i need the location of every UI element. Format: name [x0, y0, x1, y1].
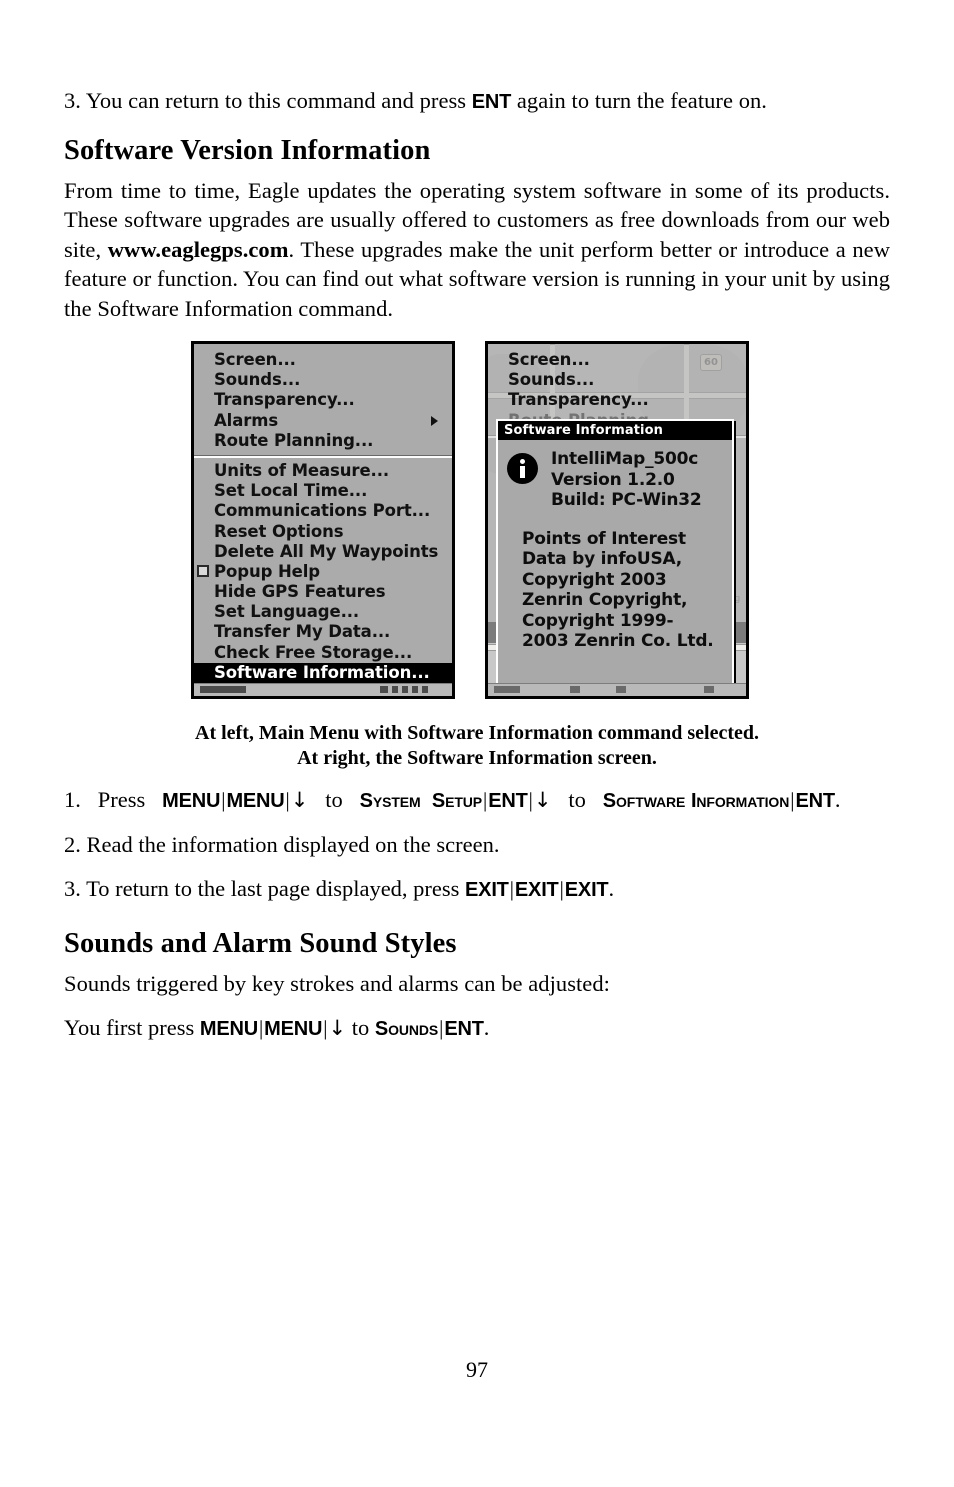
label-software: Software	[602, 790, 686, 812]
label-setup: Setup	[431, 790, 483, 812]
menu-item-reset-options[interactable]: Reset Options	[194, 522, 452, 542]
section2-paragraph: Sounds triggered by key strokes and alar…	[64, 971, 610, 996]
menu-item-route-planning[interactable]: Route Planning...	[194, 431, 452, 451]
key-exit-3: EXIT	[564, 879, 609, 901]
section1-paragraph: From time to time, Eagle updates the ope…	[64, 176, 890, 324]
software-information-dialog: Software Information IntelliMap_500c Ver…	[496, 419, 734, 691]
dialog-product-name: IntelliMap_500c	[551, 449, 699, 469]
menu-item-alarms-label: Alarms	[214, 410, 279, 430]
step-1-to-2: to	[568, 787, 586, 812]
chevron-right-icon	[431, 415, 438, 426]
menu-item-transparency[interactable]: Transparency...	[194, 390, 452, 410]
menu-item-software-information-selected[interactable]: Software Information...	[194, 662, 452, 683]
menu-item-set-local-time[interactable]: Set Local Time...	[194, 481, 452, 501]
label-system: System	[359, 790, 421, 812]
step-1-to-1: to	[325, 787, 343, 812]
menu-item-units-of-measure[interactable]: Units of Measure...	[194, 461, 452, 481]
menu-item-transfer-my-data[interactable]: Transfer My Data...	[194, 622, 452, 642]
section-heading-sounds: Sounds and Alarm Sound Styles	[64, 928, 457, 959]
right-screenshot-status-strip	[488, 683, 746, 696]
menu-item-check-free-storage[interactable]: Check Free Storage...	[194, 643, 452, 663]
key-ent: ENT	[488, 790, 528, 812]
step-1-period: .	[834, 787, 841, 812]
dialog-title: Software Information	[498, 421, 732, 440]
key-exit-1: EXIT	[465, 879, 509, 901]
dialog-version: Version 1.2.0	[551, 469, 675, 490]
dialog-copyright-line: Data by infoUSA,	[522, 549, 683, 569]
menu-item-popup-help-label: Popup Help	[214, 561, 321, 581]
menu-item-delete-all-my-waypoints[interactable]: Delete All My Waypoints	[194, 542, 452, 562]
instruction-lead: You first press	[64, 1014, 200, 1040]
left-menu-panel: Screen... Sounds... Transparency... Alar…	[194, 344, 452, 683]
dialog-copyright-line: 2003 Zenrin Co. Ltd.	[522, 631, 714, 651]
left-screenshot-status-strip	[194, 683, 452, 696]
dialog-copyright-block: Points of Interest Data by infoUSA, Copy…	[522, 529, 726, 652]
dialog-copyright-line: Copyright 1999-	[522, 610, 674, 631]
dialog-build: Build: PC-Win32	[551, 490, 702, 510]
label-information: Information	[690, 790, 790, 812]
dialog-copyright-line: Points of Interest	[522, 528, 686, 549]
menu-item-communications-port[interactable]: Communications Port...	[194, 501, 452, 521]
menu-item-screen[interactable]: Screen...	[488, 350, 746, 370]
section2-instruction: You first press MENU|MENU|↓ to Sounds|EN…	[64, 1013, 890, 1044]
step-3-period: .	[608, 876, 615, 901]
page-number: 97	[466, 1357, 488, 1382]
dialog-copyright-line: Zenrin Copyright,	[522, 590, 688, 610]
right-screenshot-software-information: 60 Muskog Screen... Sounds... Transparen…	[485, 341, 749, 699]
menu-item-set-language[interactable]: Set Language...	[194, 602, 452, 622]
step-3: 3. To return to the last page displayed,…	[64, 874, 890, 905]
intro-step-text-before: 3. You can return to this command and pr…	[64, 88, 472, 113]
figure-screenshots: Screen... Sounds... Transparency... Alar…	[64, 341, 890, 713]
figure-caption-line1: At left, Main Menu with Software Informa…	[195, 722, 759, 744]
document-page: 3. You can return to this command and pr…	[64, 0, 890, 1487]
website-link: www.eaglegps.com	[107, 236, 289, 262]
checkbox-icon[interactable]	[197, 564, 209, 577]
instruction-period: .	[483, 1014, 490, 1040]
left-screenshot-main-menu: Screen... Sounds... Transparency... Alar…	[191, 341, 455, 699]
menu-item-hide-gps-features[interactable]: Hide GPS Features	[194, 582, 452, 602]
instruction-to: to	[351, 1014, 370, 1040]
menu-item-sounds[interactable]: Sounds...	[488, 370, 746, 390]
section-heading-software-version: Software Version Information	[64, 134, 431, 166]
menu-item-sounds[interactable]: Sounds...	[194, 370, 452, 390]
arrow-down-icon: ↓	[290, 788, 309, 812]
menu-item-screen[interactable]: Screen...	[194, 350, 452, 370]
intro-step-paragraph: 3. You can return to this command and pr…	[64, 0, 890, 118]
key-ent: ENT	[471, 91, 512, 113]
dialog-copyright-line: Copyright 2003	[522, 569, 667, 590]
figure-caption-line2: At right, the Software Information scree…	[297, 747, 657, 769]
step-1: 1. Press MENU|MENU|↓ to System Setup|ENT…	[64, 785, 890, 816]
key-ent-2: ENT	[795, 790, 835, 812]
step-1-number: 1.	[64, 787, 81, 812]
key-menu-2: MENU	[226, 790, 285, 812]
step-2: 2. Read the information displayed on the…	[64, 832, 500, 857]
dialog-version-block: IntelliMap_500c Version 1.2.0 Build: PC-…	[551, 449, 726, 511]
key-exit-2: EXIT	[514, 879, 559, 901]
step-1-press: Press	[97, 787, 146, 812]
key-menu: MENU	[199, 1017, 258, 1040]
arrow-down-icon: ↓	[533, 788, 552, 812]
info-icon	[507, 453, 538, 484]
menu-item-alarms[interactable]: Alarms	[194, 411, 452, 431]
menu-item-popup-help[interactable]: Popup Help	[194, 562, 452, 582]
key-ent: ENT	[444, 1017, 484, 1040]
label-sounds: Sounds	[374, 1017, 439, 1040]
arrow-down-icon: ↓	[328, 1015, 347, 1040]
key-menu: MENU	[162, 790, 221, 812]
figure-caption: At left, Main Menu with Software Informa…	[64, 721, 890, 771]
key-menu-2: MENU	[264, 1017, 323, 1040]
intro-step-text-after: again to turn the feature on.	[511, 88, 767, 113]
step-3-text: 3. To return to the last page displayed,…	[64, 876, 466, 901]
dialog-body: IntelliMap_500c Version 1.2.0 Build: PC-…	[498, 440, 732, 689]
menu-item-transparency[interactable]: Transparency...	[488, 390, 746, 410]
